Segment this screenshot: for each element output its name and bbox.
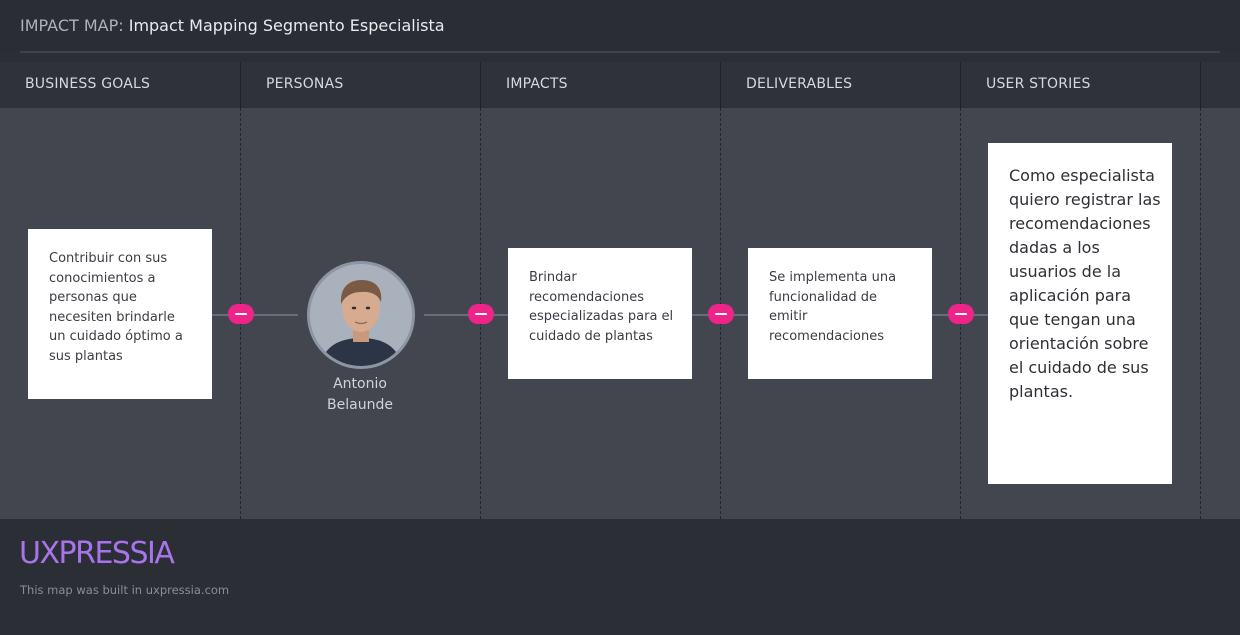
collapse-link-button[interactable] (948, 304, 974, 324)
built-with-text: This map was built in uxpressia.com (20, 583, 230, 597)
column-header-user-stories[interactable]: USER STORIES (986, 62, 1091, 108)
column-header-divider (480, 62, 481, 108)
minus-icon (955, 313, 967, 315)
connector-goal-persona (212, 314, 298, 316)
impact-card[interactable]: Brindar recomendaciones especializadas p… (508, 248, 692, 379)
column-header-divider (1200, 62, 1201, 108)
column-header-divider (960, 62, 961, 108)
column-header-divider (240, 62, 241, 108)
column-header-divider (720, 62, 721, 108)
persona-name[interactable]: Antonio Belaunde (300, 374, 420, 416)
minus-icon (235, 313, 247, 315)
column-header-personas[interactable]: PERSONAS (266, 62, 343, 108)
collapse-link-button[interactable] (708, 304, 734, 324)
user-story-card[interactable]: Como especialista quiero registrar las r… (988, 143, 1172, 484)
user-avatar-icon (310, 264, 412, 366)
column-header-impacts[interactable]: IMPACTS (506, 62, 568, 108)
column-header-deliverables[interactable]: DELIVERABLES (746, 62, 852, 108)
map-title-name[interactable]: Impact Mapping Segmento Especialista (129, 16, 445, 35)
header-divider (20, 51, 1220, 53)
persona-first-name: Antonio (333, 376, 387, 392)
deliverable-card[interactable]: Se implementa una funcionalidad de emiti… (748, 248, 932, 379)
footer (0, 519, 1240, 635)
column-header-row: BUSINESS GOALS PERSONAS IMPACTS DELIVERA… (0, 62, 1240, 108)
connector-persona-impact (424, 314, 508, 316)
collapse-link-button[interactable] (468, 304, 494, 324)
column-header-business-goals[interactable]: BUSINESS GOALS (25, 62, 150, 108)
minus-icon (475, 313, 487, 315)
persona-avatar[interactable] (307, 261, 415, 369)
map-title-prefix: IMPACT MAP: (20, 16, 129, 35)
map-header: IMPACT MAP: Impact Mapping Segmento Espe… (0, 0, 1240, 52)
collapse-link-button[interactable] (228, 304, 254, 324)
minus-icon (715, 313, 727, 315)
persona-last-name: Belaunde (327, 397, 393, 413)
uxpressia-logo[interactable]: UXPRESSIA (19, 534, 175, 574)
business-goal-card[interactable]: Contribuir con sus conocimientos a perso… (28, 229, 212, 399)
column-divider (1200, 108, 1201, 519)
map-title: IMPACT MAP: Impact Mapping Segmento Espe… (20, 16, 445, 36)
